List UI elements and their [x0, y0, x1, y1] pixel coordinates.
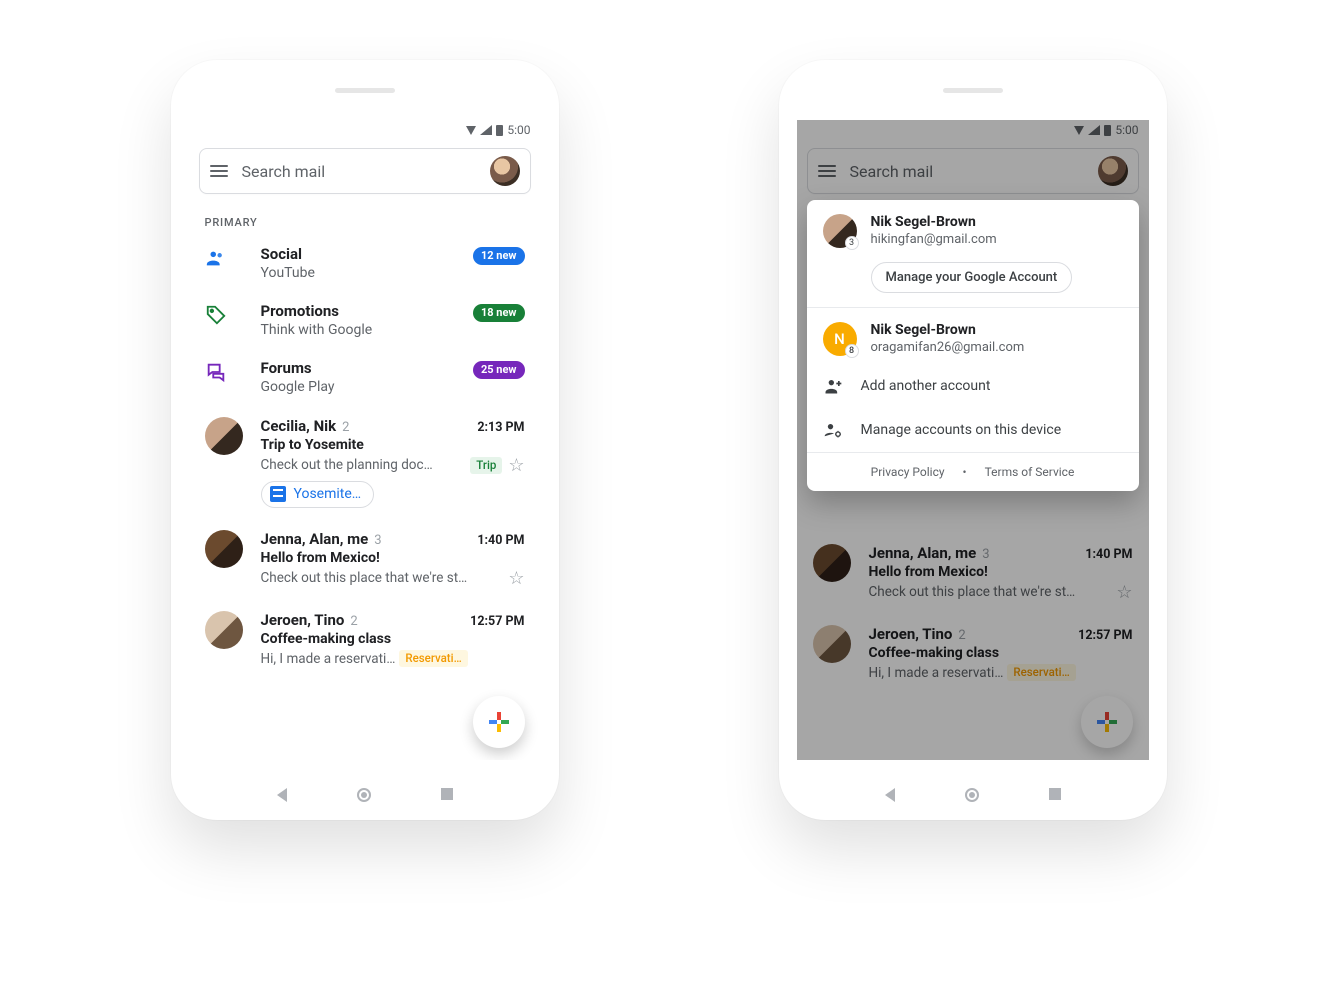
unread-badge: 3	[845, 236, 859, 250]
account-email: oragamifan26@gmail.com	[871, 340, 1025, 355]
star-icon[interactable]: ☆	[508, 568, 524, 589]
signal-icon	[480, 125, 492, 135]
attachment-name: Yosemite…	[294, 486, 362, 502]
sheet-footer: Privacy Policy • Terms of Service	[807, 453, 1139, 491]
person-add-icon	[823, 376, 843, 396]
menu-icon[interactable]	[210, 165, 228, 177]
badge: 18 new	[473, 304, 525, 322]
account-name: Nik Segel-Brown	[871, 214, 997, 230]
category-sub: YouTube	[261, 265, 525, 282]
label: Add another account	[861, 378, 991, 394]
sender-name: Cecilia, Nik	[261, 417, 337, 435]
attachment-chip[interactable]: Yosemite…	[261, 481, 375, 508]
category-forums[interactable]: Forums Google Play 25 new	[189, 349, 541, 406]
badge: 25 new	[473, 361, 525, 379]
back-icon[interactable]	[885, 788, 895, 802]
star-icon[interactable]: ☆	[508, 455, 524, 476]
home-icon[interactable]	[965, 788, 979, 802]
people-icon	[205, 247, 227, 269]
battery-icon	[496, 125, 503, 136]
plus-icon	[489, 712, 509, 732]
time: 2:13 PM	[477, 420, 524, 435]
subject: Trip to Yosemite	[261, 437, 525, 453]
android-nav[interactable]	[171, 788, 559, 802]
chat-icon	[205, 361, 227, 383]
account-name: Nik Segel-Brown	[871, 322, 1025, 338]
back-icon[interactable]	[277, 788, 287, 802]
manage-account-button[interactable]: Manage your Google Account	[871, 262, 1073, 293]
thread-count: 2	[342, 420, 349, 435]
doc-icon	[270, 486, 286, 502]
avatar: N8	[823, 322, 857, 356]
email-thread[interactable]: Jeroen, Tino 2 12:57 PM Coffee-making cl…	[189, 599, 541, 677]
phone-left: 5:00 Search mail PRIMARY Social YouTube …	[171, 60, 559, 820]
thread-count: 2	[350, 614, 357, 629]
search-input[interactable]: Search mail	[242, 162, 476, 181]
category-sub: Google Play	[261, 379, 525, 396]
account-email: hikingfan@gmail.com	[871, 232, 997, 247]
tag-icon	[205, 304, 227, 326]
email-thread[interactable]: Jenna, Alan, me 3 1:40 PM Hello from Mex…	[189, 518, 541, 599]
primary-account[interactable]: 3 Nik Segel-Brown hikingfan@gmail.com	[807, 200, 1139, 256]
snippet: Check out this place that we're st…	[261, 570, 468, 586]
subject: Coffee-making class	[261, 631, 525, 647]
snippet: Hi, I made a reservati…	[261, 651, 396, 667]
badge: 12 new	[473, 247, 525, 265]
time: 1:40 PM	[477, 533, 524, 548]
subject: Hello from Mexico!	[261, 550, 525, 566]
phone-right: 5:00 Search mail Jenna, Alan, me 3 1:40 …	[779, 60, 1167, 820]
account-switcher: 3 Nik Segel-Brown hikingfan@gmail.com Ma…	[807, 200, 1139, 491]
privacy-link[interactable]: Privacy Policy	[871, 465, 945, 479]
tos-link[interactable]: Terms of Service	[985, 465, 1075, 479]
sender-avatar	[205, 611, 243, 649]
secondary-account[interactable]: N8 Nik Segel-Brown oragamifan26@gmail.co…	[807, 308, 1139, 364]
label-chip[interactable]: Trip	[470, 457, 502, 474]
thread-count: 3	[374, 533, 381, 548]
avatar: 3	[823, 214, 857, 248]
time: 12:57 PM	[470, 614, 524, 629]
recents-icon[interactable]	[441, 788, 453, 800]
add-account[interactable]: Add another account	[807, 364, 1139, 408]
person-gear-icon	[823, 420, 843, 440]
status-time: 5:00	[507, 123, 530, 137]
email-thread[interactable]: Cecilia, Nik 2 2:13 PM Trip to Yosemite …	[189, 405, 541, 518]
sender-avatar	[205, 417, 243, 455]
home-icon[interactable]	[357, 788, 371, 802]
sender-avatar	[205, 530, 243, 568]
manage-accounts[interactable]: Manage accounts on this device	[807, 408, 1139, 452]
category-sub: Think with Google	[261, 322, 525, 339]
sender-name: Jenna, Alan, me	[261, 530, 369, 548]
wifi-icon	[466, 126, 476, 135]
recents-icon[interactable]	[1049, 788, 1061, 800]
section-label: PRIMARY	[189, 202, 541, 235]
android-nav[interactable]	[779, 788, 1167, 802]
label-chip[interactable]: Reservati…	[399, 650, 467, 667]
sender-name: Jeroen, Tino	[261, 611, 345, 629]
account-avatar[interactable]	[490, 156, 520, 186]
search-bar[interactable]: Search mail	[199, 148, 531, 194]
unread-badge: 8	[845, 344, 859, 358]
category-promotions[interactable]: Promotions Think with Google 18 new	[189, 292, 541, 349]
status-bar: 5:00	[189, 120, 541, 140]
label: Manage accounts on this device	[861, 422, 1062, 438]
category-social[interactable]: Social YouTube 12 new	[189, 235, 541, 292]
snippet: Check out the planning doc…	[261, 457, 433, 473]
compose-fab[interactable]	[473, 696, 525, 748]
